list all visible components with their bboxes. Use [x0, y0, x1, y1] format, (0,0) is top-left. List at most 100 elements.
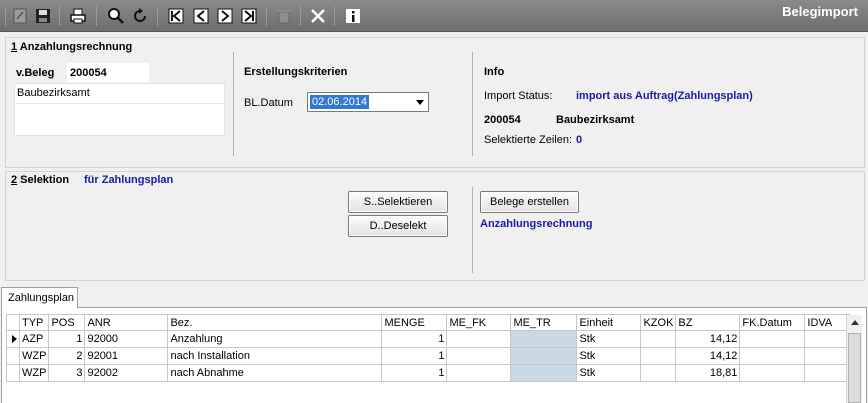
create-type: Anzahlungsrechnung [480, 218, 593, 230]
deselect-button[interactable]: D..Deselekt [348, 215, 448, 237]
cell-menge[interactable]: 1 [381, 364, 448, 382]
cell-einheit[interactable]: Stk [576, 364, 642, 382]
save-icon[interactable] [33, 6, 53, 26]
date-label: BL.Datum [244, 97, 293, 109]
scroll-thumb[interactable] [848, 333, 861, 403]
cell-fk-datum[interactable] [739, 347, 806, 365]
selected-rows-label: Selektierte Zeilen: [484, 134, 573, 146]
window-title: Belegimport [782, 4, 858, 19]
select-button[interactable]: S..Selektieren [348, 191, 448, 213]
info-icon[interactable] [343, 6, 363, 26]
tab-zahlungsplan[interactable]: Zahlungsplan [1, 287, 78, 308]
row-header-corner [6, 314, 20, 331]
criteria-title: Erstellungskriterien [244, 66, 348, 78]
cell-fk-datum[interactable] [739, 364, 806, 382]
last-record-icon[interactable] [239, 6, 259, 26]
cell-bz[interactable]: 14,12 [675, 330, 741, 348]
column-header-einheit[interactable]: Einheit [576, 314, 642, 331]
cell-bez-[interactable]: nach Installation [167, 347, 383, 365]
import-status-value: import aus Auftrag(Zahlungsplan) [576, 90, 753, 102]
chevron-down-icon[interactable] [416, 100, 424, 105]
cell-bez-[interactable]: Anzahlung [167, 330, 383, 348]
cell-idva[interactable] [804, 330, 851, 348]
cell-typ[interactable]: WZP [18, 364, 50, 382]
refresh-icon[interactable] [130, 6, 150, 26]
cell-typ[interactable]: AZP [18, 330, 50, 348]
address-line: Baubezirksamt [17, 87, 90, 99]
cell-bez-[interactable]: nach Abnahme [167, 364, 383, 382]
cell-me-tr[interactable] [510, 364, 578, 382]
payment-plan-grid: TYP POS ANR Bez. MENGE ME_FK ME_TR Einheit KZOK B… [6, 314, 851, 382]
next-record-icon[interactable] [215, 6, 235, 26]
beleg-value: 200054 [70, 67, 107, 79]
cell-anr[interactable]: 92002 [84, 364, 169, 382]
delete-icon[interactable] [274, 6, 294, 26]
close-icon[interactable] [308, 6, 328, 26]
grid-header-row: TYP POS ANR Bez. MENGE ME_FK ME_TR Einheit KZOK B… [6, 314, 851, 331]
table-row[interactable]: AZP 1 92000 Anzahlung 1 Stk 14,12 [6, 330, 851, 348]
cell-kzok[interactable] [640, 330, 677, 348]
column-header-fk-datum[interactable]: FK.Datum [739, 314, 806, 331]
cell-kzok[interactable] [640, 347, 677, 365]
cell-idva[interactable] [804, 347, 851, 365]
cell-idva[interactable] [804, 364, 851, 382]
column-header-kzok[interactable]: KZOK [640, 314, 677, 331]
print-icon[interactable] [68, 6, 88, 26]
row-selector[interactable] [6, 330, 20, 348]
column-header-anr[interactable]: ANR [84, 314, 169, 331]
section1-title: 1 Anzahlungsrechnung [11, 41, 132, 53]
cell-me-fk[interactable] [446, 330, 512, 348]
cell-pos[interactable]: 2 [48, 347, 86, 365]
section2-title: 2 Selektion [11, 174, 69, 186]
toolbar-separator [300, 6, 301, 26]
grid-scrollbar[interactable] [846, 315, 862, 403]
search-icon[interactable] [106, 6, 126, 26]
cell-anr[interactable]: 92001 [84, 347, 169, 365]
cell-einheit[interactable]: Stk [576, 347, 642, 365]
column-divider [472, 52, 473, 156]
cell-bz[interactable]: 18,81 [675, 364, 741, 382]
section1-title-text: Anzahlungsrechnung [17, 41, 133, 53]
selected-rows-value: 0 [576, 134, 583, 146]
column-header-bz[interactable]: BZ [675, 314, 741, 331]
cell-pos[interactable]: 1 [48, 330, 86, 348]
column-divider [472, 187, 473, 273]
cell-einheit[interactable]: Stk [576, 330, 642, 348]
row-selector[interactable] [6, 364, 20, 382]
cell-menge[interactable]: 1 [381, 330, 448, 348]
column-header-pos[interactable]: POS [48, 314, 86, 331]
cell-anr[interactable]: 92000 [84, 330, 169, 348]
cell-me-fk[interactable] [446, 364, 512, 382]
date-select[interactable]: 02.06.2014 [307, 92, 429, 112]
scroll-up-icon[interactable] [851, 320, 859, 325]
cell-me-tr[interactable] [510, 330, 578, 348]
column-header-typ[interactable]: TYP [18, 314, 50, 331]
column-header-menge[interactable]: MENGE [381, 314, 448, 331]
cell-bz[interactable]: 14,12 [675, 347, 741, 365]
cell-typ[interactable]: WZP [18, 347, 50, 365]
table-row[interactable]: WZP 2 92001 nach Installation 1 Stk 14,12 [6, 347, 851, 365]
column-header-me-fk[interactable]: ME_FK [446, 314, 512, 331]
toolbar-separator [334, 6, 335, 26]
create-documents-button[interactable]: Belege erstellen [480, 191, 579, 213]
current-row-arrow-icon [12, 335, 17, 343]
toolbar-separator [96, 6, 97, 26]
date-value: 02.06.2014 [310, 95, 370, 109]
new-doc-icon[interactable] [10, 6, 30, 26]
cell-kzok[interactable] [640, 364, 677, 382]
first-record-icon[interactable] [166, 6, 186, 26]
import-status-label: Import Status: [484, 90, 553, 102]
previous-record-icon[interactable] [191, 6, 211, 26]
cell-pos[interactable]: 3 [48, 364, 86, 382]
cell-fk-datum[interactable] [739, 330, 806, 348]
column-header-me-tr[interactable]: ME_TR [510, 314, 578, 331]
row-selector[interactable] [6, 347, 20, 365]
cell-menge[interactable]: 1 [381, 347, 448, 365]
beleg-label: v.Beleg [16, 67, 55, 79]
cell-me-fk[interactable] [446, 347, 512, 365]
table-row[interactable]: WZP 3 92002 nach Abnahme 1 Stk 18,81 [6, 364, 851, 382]
column-header-bez-[interactable]: Bez. [167, 314, 383, 331]
cell-me-tr[interactable] [510, 347, 578, 365]
column-header-idva[interactable]: IDVA [804, 314, 851, 331]
toolbar-separator [59, 6, 60, 26]
